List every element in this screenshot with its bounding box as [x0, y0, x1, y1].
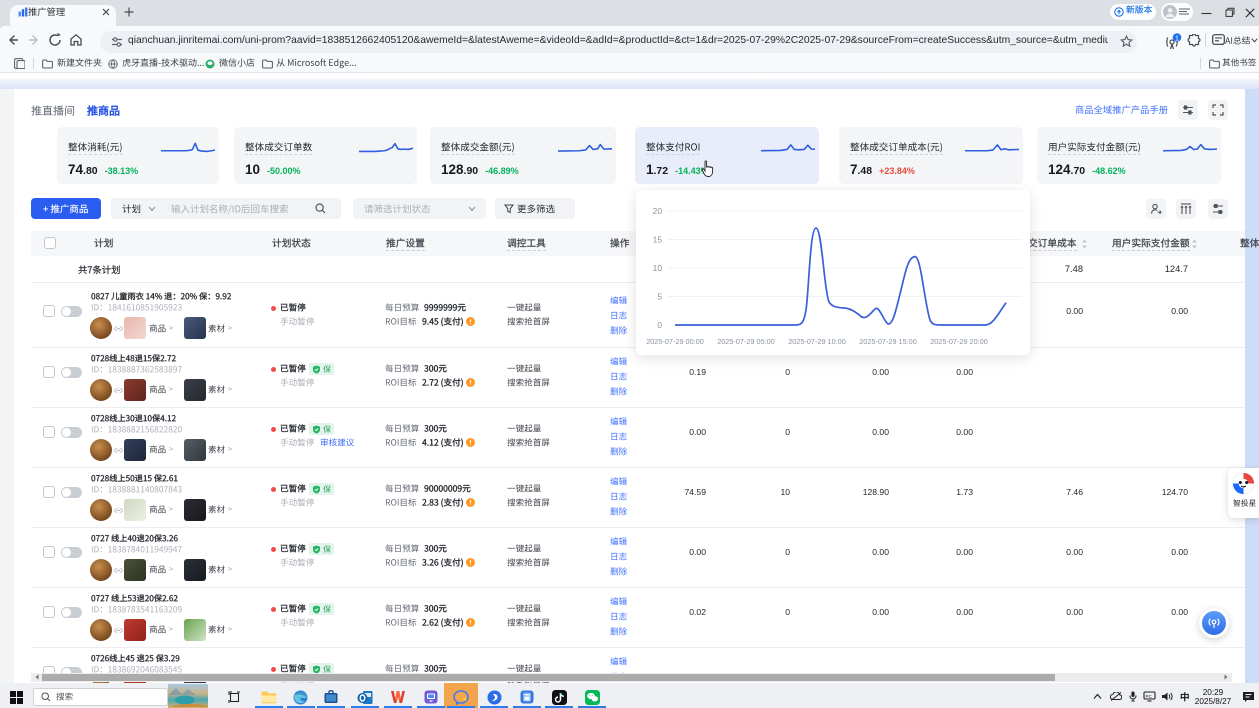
svg-text:20: 20: [653, 206, 663, 216]
svg-text:10: 10: [653, 263, 663, 273]
svg-text:2025-07-29 20:00: 2025-07-29 20:00: [930, 337, 988, 346]
svg-text:15: 15: [653, 235, 663, 245]
svg-text:2025-07-29 00:00: 2025-07-29 00:00: [646, 337, 704, 346]
svg-text:1: 1: [1175, 33, 1179, 42]
svg-text:2025-07-29 10:00: 2025-07-29 10:00: [788, 337, 846, 346]
svg-text:5: 5: [657, 292, 662, 302]
svg-text:PC: PC: [1146, 694, 1153, 699]
svg-text:2025-07-29 15:00: 2025-07-29 15:00: [859, 337, 917, 346]
svg-text:2025-07-29 05:00: 2025-07-29 05:00: [717, 337, 775, 346]
svg-text:0: 0: [657, 320, 662, 330]
